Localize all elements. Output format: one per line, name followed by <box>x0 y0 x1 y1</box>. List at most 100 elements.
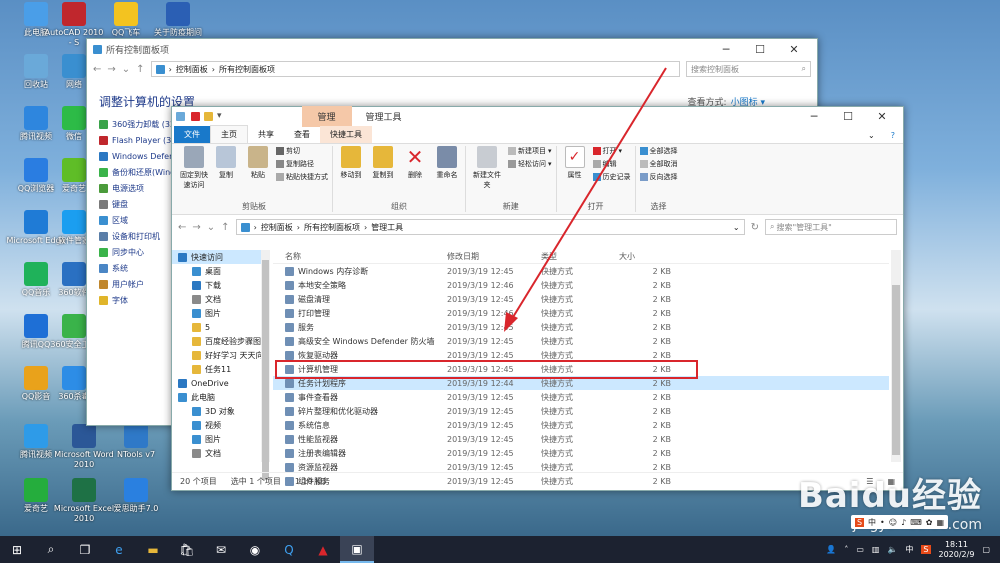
minimize-icon[interactable]: ─ <box>797 110 831 123</box>
tab-share[interactable]: 共享 <box>248 126 284 143</box>
copy-button[interactable]: 复制 <box>212 146 240 201</box>
back-arrow-icon[interactable]: ← <box>93 64 101 75</box>
table-row[interactable]: 本地安全策略 2019/3/19 12:46 快捷方式 2 KB <box>273 278 889 292</box>
properties-button[interactable]: ✓ 属性 <box>561 146 589 201</box>
tab-view[interactable]: 查看 <box>284 126 320 143</box>
nav-item[interactable]: 百度经验步骤图 <box>172 334 267 348</box>
nav-item[interactable]: 任务11 <box>172 362 267 376</box>
keyboard-icon[interactable]: ⌨ <box>910 518 922 527</box>
new-folder-button[interactable]: 新建文件夹 <box>470 146 504 201</box>
explorer-window[interactable]: ▾ 管理 管理工具 ─ ☐ ✕ 文件 主页 共享 查看 快捷工具 ⌄ ? 固定到… <box>171 105 904 491</box>
punct-icon[interactable]: • <box>880 518 885 527</box>
nav-item[interactable]: 桌面 <box>172 264 267 278</box>
copy-to-button[interactable]: 复制到 <box>369 146 397 201</box>
table-row[interactable]: 服务 2019/3/19 12:45 快捷方式 2 KB <box>273 320 889 334</box>
tab-file[interactable]: 文件 <box>174 126 210 143</box>
nav-item[interactable]: 5 <box>172 320 267 334</box>
table-row[interactable]: 注册表编辑器 2019/3/19 12:45 快捷方式 2 KB <box>273 446 889 460</box>
cp-address-bar[interactable]: › 控制面板 › 所有控制面板项 <box>150 61 680 77</box>
breadcrumb-control-panel[interactable]: 控制面板 <box>261 222 293 233</box>
easy-access-button[interactable]: 轻松访问 ▾ <box>508 159 552 169</box>
chevron-down-icon[interactable]: ⌄ <box>207 222 215 233</box>
col-name[interactable]: 名称 <box>273 251 447 262</box>
store-icon[interactable]: 🛍 <box>170 536 204 563</box>
clock[interactable]: 18:11 2020/2/9 <box>939 540 975 560</box>
edge-icon[interactable]: e <box>102 536 136 563</box>
invert-selection-button[interactable]: 反向选择 <box>639 172 678 182</box>
sogou-tray-icon[interactable]: S <box>921 545 931 554</box>
explorer-titlebar[interactable]: ▾ 管理 管理工具 ─ ☐ ✕ <box>172 105 903 127</box>
up-arrow-icon[interactable]: ↑ <box>136 64 144 75</box>
file-list-scrollbar[interactable] <box>891 250 901 462</box>
ime-language[interactable]: 中 <box>868 517 876 528</box>
table-row[interactable]: 高级安全 Windows Defender 防火墙 2019/3/19 12:45… <box>273 334 889 348</box>
nav-scrollbar[interactable] <box>261 250 270 480</box>
windows-start-icon[interactable]: ⊞ <box>0 536 34 563</box>
pin-quick-access-button[interactable]: 固定到快速访问 <box>180 146 208 201</box>
breadcrumb-all-items[interactable]: 所有控制面板项 <box>219 64 275 75</box>
nav-item[interactable]: 文档 <box>172 446 267 460</box>
minimize-icon[interactable]: ─ <box>709 43 743 56</box>
select-all-button[interactable]: 全部选择 <box>639 146 678 156</box>
mic-icon[interactable]: ♪ <box>901 518 906 527</box>
breadcrumb-all-items[interactable]: 所有控制面板项 <box>304 222 360 233</box>
refresh-icon[interactable]: ↻ <box>751 222 759 233</box>
emoji-icon[interactable]: ☺ <box>889 518 897 527</box>
nav-item[interactable]: 文档 <box>172 292 267 306</box>
notification-icon[interactable]: ▢ <box>982 545 990 554</box>
nav-item[interactable]: 好好学习 天天向 <box>172 348 267 362</box>
explorer-search-input[interactable]: ⌕ 搜索"管理工具" <box>765 219 897 235</box>
nav-item[interactable]: 图片 <box>172 306 267 320</box>
maximize-icon[interactable]: ☐ <box>831 110 865 123</box>
cp-search-input[interactable]: 搜索控制面板 ⌕ <box>686 61 811 77</box>
qat-dropdown-icon[interactable]: ▾ <box>217 111 222 121</box>
chevron-down-icon[interactable]: ⌄ <box>122 64 130 75</box>
desktop-icon[interactable]: 关于防疫期间 <box>146 2 210 38</box>
address-dropdown-icon[interactable]: ⌄ <box>733 223 740 232</box>
nav-item[interactable]: 此电脑 <box>172 390 267 404</box>
skin-icon[interactable]: ✿ <box>926 518 933 527</box>
col-type[interactable]: 类型 <box>541 251 619 262</box>
breadcrumb-control-panel[interactable]: 控制面板 <box>176 64 208 75</box>
file-explorer-icon[interactable]: ▬ <box>136 536 170 563</box>
nav-item[interactable]: 图片 <box>172 432 267 446</box>
col-size[interactable]: 大小 <box>619 251 671 262</box>
battery-icon[interactable]: ▭ <box>856 545 864 554</box>
close-icon[interactable]: ✕ <box>865 110 899 123</box>
mail-icon[interactable]: ✉ <box>204 536 238 563</box>
nav-item[interactable]: 3D 对象 <box>172 404 267 418</box>
open-button[interactable]: 打开 ▾ <box>592 146 631 156</box>
manage-context-tab[interactable]: 管理 <box>301 105 352 127</box>
media-player-icon[interactable]: ◉ <box>238 536 272 563</box>
tray-ime[interactable]: 中 <box>905 544 913 555</box>
tab-shortcut-tools[interactable]: 快捷工具 <box>320 126 372 143</box>
maximize-icon[interactable]: ☐ <box>743 43 777 56</box>
table-row[interactable]: 性能监视器 2019/3/19 12:45 快捷方式 2 KB <box>273 432 889 446</box>
history-button[interactable]: 历史记录 <box>592 172 631 182</box>
ime-toolbar[interactable]: S 中 • ☺ ♪ ⌨ ✿ ▦ <box>850 515 948 529</box>
control-panel-taskbar-icon[interactable]: ▣ <box>340 536 374 563</box>
forward-arrow-icon[interactable]: → <box>192 222 200 233</box>
ribbon-collapse-icon[interactable]: ⌄ <box>860 128 883 143</box>
people-icon[interactable]: 👤 <box>826 545 836 554</box>
nav-item[interactable]: OneDrive <box>172 376 267 390</box>
help-icon[interactable]: ? <box>883 128 903 143</box>
properties-icon[interactable] <box>191 111 200 121</box>
forward-arrow-icon[interactable]: → <box>107 64 115 75</box>
rename-button[interactable]: 重命名 <box>433 146 461 201</box>
up-arrow-icon[interactable]: ↑ <box>221 222 229 233</box>
search-icon[interactable]: ⌕ <box>34 536 68 563</box>
nav-item[interactable]: 快速访问 <box>172 250 267 264</box>
nav-item[interactable]: 视频 <box>172 418 267 432</box>
acrobat-icon[interactable]: ▲ <box>306 536 340 563</box>
new-folder-icon[interactable] <box>204 111 213 121</box>
table-row[interactable]: 事件查看器 2019/3/19 12:45 快捷方式 2 KB <box>273 390 889 404</box>
edit-button[interactable]: 编辑 <box>592 159 631 169</box>
close-icon[interactable]: ✕ <box>777 43 811 56</box>
nav-item[interactable]: 下载 <box>172 278 267 292</box>
move-to-button[interactable]: 移动到 <box>337 146 365 201</box>
explorer-address-bar[interactable]: › 控制面板 › 所有控制面板项 › 管理工具 ⌄ <box>235 219 745 235</box>
col-date[interactable]: 修改日期 <box>447 251 541 262</box>
toolbox-icon[interactable]: ▦ <box>936 518 944 527</box>
task-view-icon[interactable]: ❐ <box>68 536 102 563</box>
